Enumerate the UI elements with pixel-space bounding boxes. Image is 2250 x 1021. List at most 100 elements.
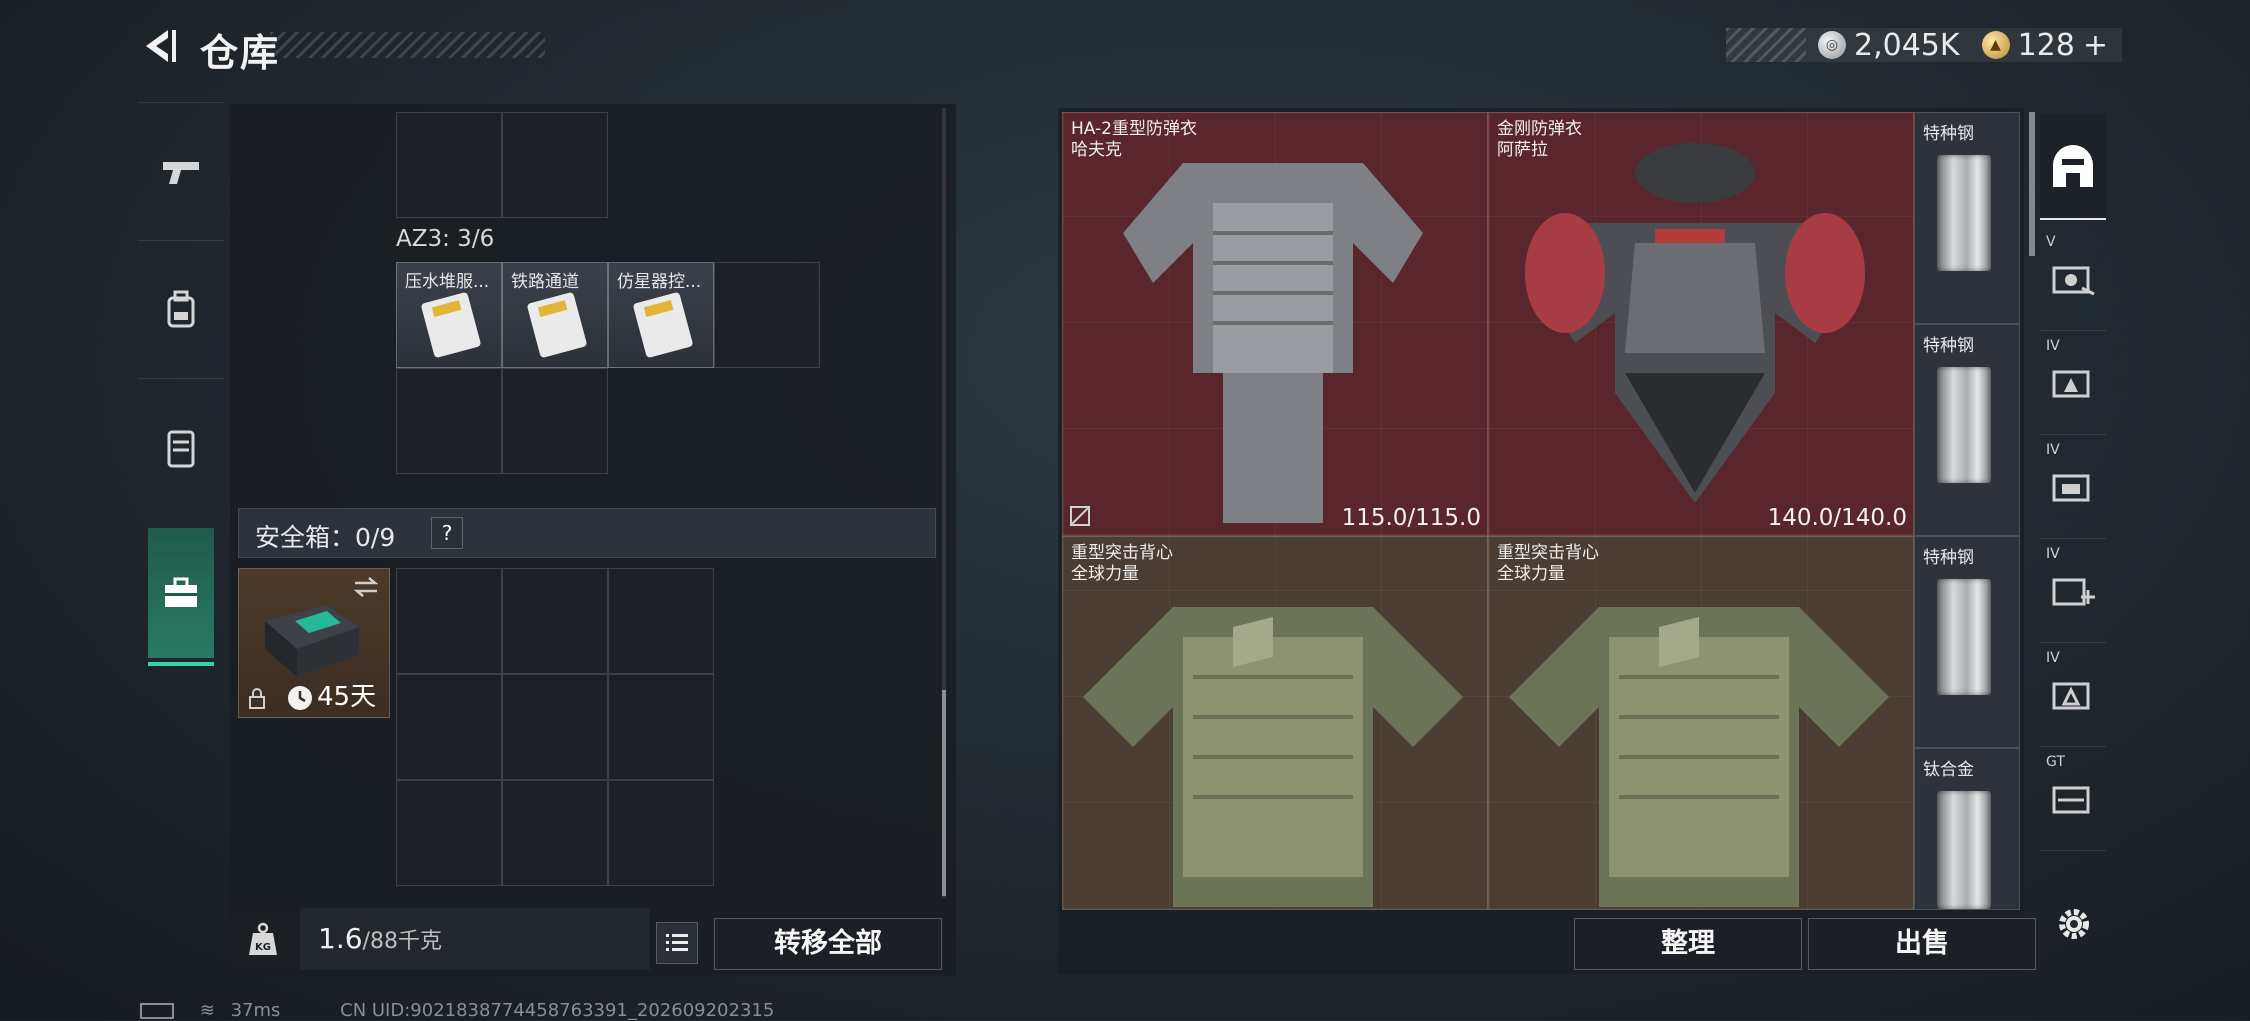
status-bar: ≋ 37ms CN UID:9021838774458763391_202609…	[140, 1000, 774, 1021]
sidebar-item-safe-case[interactable]	[148, 528, 214, 666]
weight-icon-box: KG	[232, 908, 294, 970]
helmet-icon	[2053, 145, 2093, 187]
tab-armor-tier-iv-d[interactable]: IV	[2040, 642, 2106, 747]
list-view-button[interactable]	[656, 922, 698, 964]
tier-tag: GT	[2046, 754, 2065, 770]
sidebar-item-backpack[interactable]	[138, 240, 224, 379]
tier-tag: V	[2046, 234, 2056, 250]
stash-scroll-thumb[interactable]	[2029, 112, 2035, 256]
tab-armor-tier-iv-a[interactable]: IV	[2040, 330, 2106, 435]
settings-button[interactable]	[2052, 902, 2096, 946]
grid-cell[interactable]	[396, 368, 502, 474]
grid-cell[interactable]	[608, 568, 714, 674]
tab-armor-tier-iv-b[interactable]: IV	[2040, 434, 2106, 539]
no-repair-icon	[1070, 506, 1090, 526]
armor-item[interactable]: 重型突击背心 全球力量	[1488, 536, 1914, 910]
inventory-item[interactable]: 铁路通道	[502, 262, 608, 368]
svg-text:KG: KG	[255, 942, 271, 953]
briefcase-icon	[165, 577, 197, 607]
camo-vest-icon	[1509, 607, 1889, 907]
sidebar-item-vest[interactable]	[138, 378, 224, 517]
ping-text: 37ms	[230, 1000, 281, 1021]
currency-bar: ◎ 2,045K ▲ 128 +	[1726, 28, 2122, 63]
back-arrow-icon	[146, 30, 176, 62]
armor-item[interactable]: HA-2重型防弹衣 哈夫克 115.0/115.0	[1062, 112, 1488, 536]
inventory-item[interactable]: 压水堆服...	[396, 262, 502, 368]
sidebar-item-weapons[interactable]	[138, 102, 224, 241]
keycard-icon	[527, 292, 587, 358]
tier-tag: IV	[2046, 546, 2060, 562]
help-icon[interactable]: ?	[431, 517, 463, 549]
backpack-icon	[167, 290, 195, 328]
grid-cell[interactable]	[396, 780, 502, 886]
currency-stripe-decoration	[1726, 28, 1806, 62]
armor-tier-icon	[2052, 682, 2090, 710]
clock-icon	[288, 686, 312, 710]
plate-label: 特种钢	[1923, 336, 1974, 356]
grid-cell[interactable]	[608, 780, 714, 886]
page-title: 仓库	[200, 31, 281, 75]
grid-cell[interactable]	[396, 568, 502, 674]
grid-cell[interactable]	[608, 674, 714, 780]
az3-container-label: AZ3: 3/6	[396, 226, 495, 252]
grid-cell[interactable]	[502, 112, 608, 218]
steel-plate-icon	[1937, 155, 1991, 271]
transfer-all-button[interactable]: 转移全部	[714, 918, 942, 970]
battery-icon	[140, 1003, 174, 1019]
grid-cell[interactable]	[714, 262, 820, 368]
grid-cell[interactable]	[502, 568, 608, 674]
armor-plate-item[interactable]: 特种钢	[1914, 112, 2020, 324]
safe-box-header: 安全箱：0/9 ?	[238, 508, 936, 558]
tier-tag: IV	[2046, 338, 2060, 354]
armor-durability: 115.0/115.0	[1341, 505, 1481, 531]
pistol-icon	[163, 162, 199, 184]
grid-cell[interactable]	[396, 674, 502, 780]
armor-plus-icon	[2052, 578, 2095, 606]
armor-plate-item[interactable]: 特种钢	[1914, 324, 2020, 536]
armor-durability: 140.0/140.0	[1767, 505, 1907, 531]
armor-tier-icon	[2052, 370, 2090, 398]
weight-current: 1.6/88千克	[318, 922, 442, 955]
armor-tier-icon	[2052, 786, 2090, 814]
tab-armor-tier-iv-c[interactable]: IV	[2040, 538, 2106, 643]
keycard-icon	[633, 292, 693, 358]
add-currency-button[interactable]: +	[2083, 28, 2108, 63]
armor-item[interactable]: 金刚防弹衣 阿萨拉 140.0/140.0	[1488, 112, 1914, 536]
gear-icon	[2059, 909, 2089, 939]
sell-button[interactable]: 出售	[1808, 918, 2036, 970]
silver-coin-icon: ◎	[1818, 31, 1846, 59]
keycard-icon	[421, 292, 481, 358]
grid-cell[interactable]	[396, 112, 502, 218]
title-stripe-decoration	[270, 32, 545, 58]
armor-plate-item[interactable]: 钛合金	[1914, 748, 2020, 910]
wifi-icon: ≋	[199, 1000, 215, 1021]
safe-box-item[interactable]: 45天	[238, 568, 390, 718]
weight-max: /88千克	[362, 929, 442, 954]
grid-cell[interactable]	[502, 674, 608, 780]
gold-coin-icon: ▲	[1981, 31, 2010, 59]
tab-armor-tier-v[interactable]: V	[2040, 226, 2106, 331]
tab-helmet[interactable]	[2040, 114, 2106, 220]
armor-tier-icon	[2052, 474, 2090, 502]
tab-armor-tier-gt[interactable]: GT	[2040, 746, 2106, 851]
armor-item[interactable]: 重型突击背心 全球力量	[1062, 536, 1488, 910]
plate-label: 特种钢	[1923, 124, 1974, 144]
heavy-armor-icon	[1123, 163, 1423, 523]
safe-case-icon	[265, 605, 359, 677]
plate-label: 特种钢	[1923, 548, 1974, 568]
steel-plate-icon	[1937, 367, 1991, 483]
lock-icon	[249, 688, 265, 709]
grid-cell[interactable]	[502, 780, 608, 886]
diamond-armor-icon	[1525, 143, 1865, 503]
vest-icon	[167, 430, 195, 468]
inventory-item[interactable]: 仿星器控...	[608, 262, 714, 368]
back-button[interactable]	[138, 24, 182, 68]
sort-button[interactable]: 整理	[1574, 918, 1802, 970]
weight-display: 1.6/88千克	[300, 908, 650, 970]
grid-cell[interactable]	[502, 368, 608, 474]
weight-icon: KG	[249, 922, 277, 955]
armor-plate-item[interactable]: 特种钢	[1914, 536, 2020, 748]
inventory-scroll-thumb[interactable]	[942, 690, 946, 896]
tier-tag: IV	[2046, 442, 2060, 458]
safe-box-label: 安全箱：0/9	[255, 523, 396, 552]
